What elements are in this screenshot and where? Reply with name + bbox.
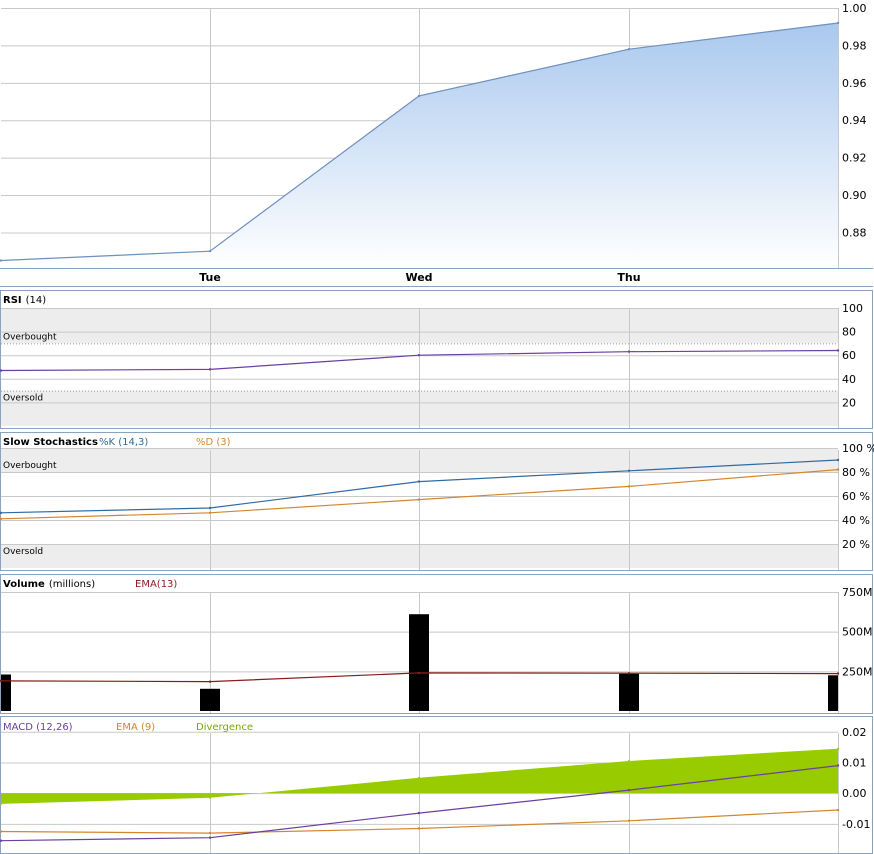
macd-ema-point-4 xyxy=(836,808,840,812)
rsi-point-4 xyxy=(836,349,840,352)
price-point-3 xyxy=(627,47,631,51)
price-point-1 xyxy=(208,249,212,253)
price-ytick-0: 1.00 xyxy=(842,2,867,15)
rsi-point-2 xyxy=(417,354,421,357)
rsi-title: RSI (14) xyxy=(3,295,46,306)
stoch-ytick-3: 40 % xyxy=(842,514,870,527)
volume-ema-point-2 xyxy=(417,671,421,675)
macd-divergence-point-1 xyxy=(209,796,211,799)
price-ytick-6: 0.88 xyxy=(842,226,867,239)
stoch-ytick-0: 100 % xyxy=(842,442,874,455)
macd-point-1 xyxy=(208,836,212,839)
volume-bar-3 xyxy=(619,673,639,711)
price-ytick-3: 0.94 xyxy=(842,114,867,127)
macd-point-4 xyxy=(836,764,840,767)
macd-ytick-2: 0.00 xyxy=(842,787,867,800)
x-axis-label-thu: Thu xyxy=(617,271,640,284)
stoch-d-point-3 xyxy=(627,485,631,488)
macd-legend-divergence: Divergence xyxy=(196,722,253,733)
volume-ytick-0: 750M xyxy=(842,586,873,599)
price-ytick-1: 0.98 xyxy=(842,39,867,52)
macd-ema-point-2 xyxy=(417,827,421,830)
macd-ytick-1: 0.01 xyxy=(842,756,867,769)
volume-title-text: Volume xyxy=(3,579,45,590)
macd-ema-point-1 xyxy=(208,831,212,835)
rsi-overbought-label: Overbought xyxy=(3,332,57,342)
rsi-param: (14) xyxy=(26,295,47,306)
stoch-ytick-4: 20 % xyxy=(842,538,870,551)
rsi-ytick-2: 60 xyxy=(842,349,856,362)
macd-legend-ema: EMA (9) xyxy=(116,722,155,733)
volume-bar-1 xyxy=(200,688,220,711)
price-point-4 xyxy=(836,21,840,25)
rsi-ytick-1: 80 xyxy=(842,326,856,339)
stoch-k-point-4 xyxy=(836,458,840,462)
volume-title: Volume (millions) xyxy=(3,579,95,590)
rsi-ytick-4: 20 xyxy=(842,396,856,409)
rsi-title-text: RSI xyxy=(3,295,22,306)
volume-ema-point-3 xyxy=(627,672,631,675)
stoch-d-point-1 xyxy=(208,511,212,514)
macd-ytick-3: -0.01 xyxy=(842,818,870,831)
macd-divergence-point-2 xyxy=(418,776,420,779)
macd-divergence-point-0 xyxy=(0,802,2,805)
stoch-ytick-1: 80 % xyxy=(842,466,870,479)
rsi-point-1 xyxy=(208,368,212,371)
price-ytick-2: 0.96 xyxy=(842,77,867,90)
rsi-oversold-label: Oversold xyxy=(3,394,43,404)
price-ytick-5: 0.90 xyxy=(842,189,867,202)
stoch-k-point-0 xyxy=(0,511,3,514)
macd-legend-macd: MACD (12,26) xyxy=(3,722,73,733)
stoch-overbought-label: Overbought xyxy=(3,461,57,471)
stoch-k-point-2 xyxy=(417,480,421,483)
stoch-k-point-3 xyxy=(627,469,631,472)
volume-legend-ema: EMA(13) xyxy=(135,579,177,590)
volume-param: (millions) xyxy=(49,579,95,590)
rsi-point-0 xyxy=(0,369,3,372)
stoch-oversold-label: Oversold xyxy=(3,547,43,557)
volume-frame xyxy=(0,574,873,714)
stoch-ytick-2: 60 % xyxy=(842,490,870,503)
rsi-ytick-0: 100 xyxy=(842,302,863,315)
stoch-legend-k: %K (14,3) xyxy=(99,437,148,448)
macd-ema-point-3 xyxy=(627,819,631,822)
price-ytick-4: 0.92 xyxy=(842,152,867,165)
macd-point-3 xyxy=(627,788,631,792)
volume-ytick-2: 250M xyxy=(842,665,873,678)
stoch-d-point-4 xyxy=(836,468,840,471)
rsi-ytick-3: 40 xyxy=(842,373,856,386)
price-point-2 xyxy=(417,94,421,98)
volume-ema-point-4 xyxy=(836,672,840,675)
stoch-d-point-0 xyxy=(0,517,3,520)
volume-bar-4 xyxy=(828,675,838,711)
volume-bar-0 xyxy=(1,674,11,711)
macd-point-2 xyxy=(417,811,421,815)
stoch-legend-d: %D (3) xyxy=(196,437,231,448)
x-axis-label-wed: Wed xyxy=(405,271,432,284)
stoch-k-point-1 xyxy=(208,506,212,510)
volume-ema-point-1 xyxy=(208,680,212,683)
x-axis-label-tue: Tue xyxy=(199,271,221,284)
macd-divergence-point-3 xyxy=(628,759,630,762)
stoch-title: Slow Stochastics xyxy=(3,437,98,448)
volume-bar-2 xyxy=(409,614,429,711)
rsi-point-3 xyxy=(627,350,631,353)
stock-chart: 1.00 0.98 0.96 0.94 0.92 0.90 0.88 Tue Wed Thu Ove… xyxy=(0,2,874,854)
volume-ytick-1: 500M xyxy=(842,626,873,639)
macd-ytick-0: 0.02 xyxy=(842,726,867,739)
macd-ema-point-0 xyxy=(0,830,3,833)
macd-point-0 xyxy=(0,839,3,842)
macd-divergence-point-4 xyxy=(837,747,839,750)
stoch-d-point-2 xyxy=(417,498,421,501)
